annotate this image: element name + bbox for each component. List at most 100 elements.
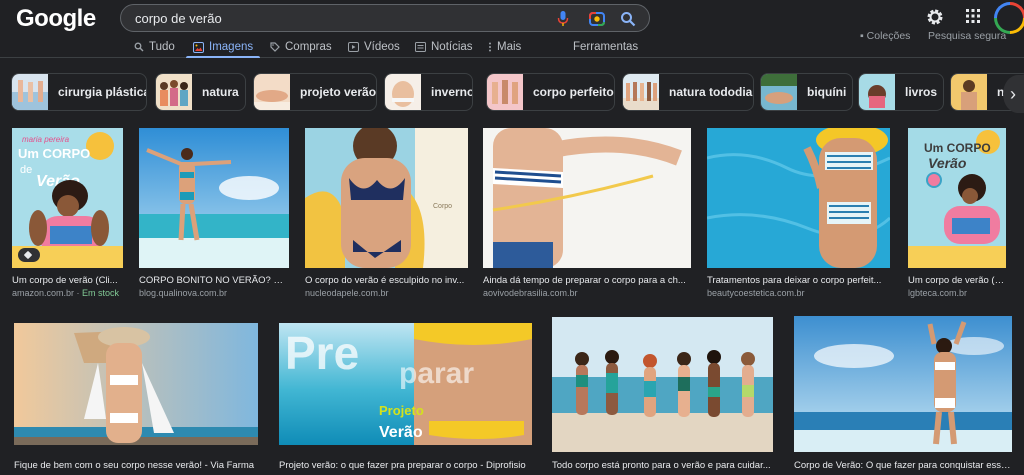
gear-icon[interactable] [925, 7, 945, 27]
collections-link[interactable]: ▪ Coleções [860, 30, 910, 42]
result-title[interactable]: Todo corpo está pronto para o verão e pa… [552, 460, 773, 471]
result-title[interactable]: Projeto verão: o que fazer pra preparar … [279, 460, 532, 471]
tab-label: Tudo [149, 41, 175, 53]
result-thumbnail[interactable] [139, 128, 289, 268]
book-title-line2: de [20, 164, 32, 176]
image-result[interactable]: Corpo O corpo do verão é esculpido no in… [305, 128, 468, 300]
microphone-icon[interactable] [557, 10, 569, 28]
search-input[interactable]: corpo de verão [135, 11, 222, 26]
overlay-text: Pre [285, 327, 359, 379]
related-search-chips: cirurgia plástica natura projeto verão i… [0, 70, 1024, 114]
result-thumbnail[interactable]: maria pereira Um CORPO de Verão [12, 128, 123, 268]
chip-corpo-perfeito[interactable]: corpo perfeito [486, 73, 615, 111]
tools-button[interactable]: Ferramentas [573, 37, 638, 57]
result-source: nucleodapele.com.br [305, 288, 389, 298]
search-icon[interactable] [619, 10, 637, 28]
tab-label: Vídeos [364, 41, 400, 53]
overlay-text: Verão [379, 424, 423, 441]
chip-thumbnail [156, 74, 192, 110]
chip-thumbnail [623, 74, 659, 110]
news-icon [415, 42, 426, 52]
active-tab-indicator [186, 56, 260, 58]
result-thumbnail[interactable] [14, 323, 258, 445]
chip-label: projeto verão [300, 85, 377, 99]
result-title[interactable]: Tratamentos para deixar o corpo perfeit.… [707, 275, 890, 286]
result-title[interactable]: Fique de bem com o seu corpo nesse verão… [14, 460, 258, 471]
shopping-tag-icon [18, 248, 40, 262]
book-title-line1: Um CORPO [18, 146, 90, 161]
result-thumbnail[interactable] [483, 128, 691, 268]
chip-label: corpo perfeito [533, 85, 614, 99]
chip-projeto-verao[interactable]: projeto verão [253, 73, 377, 111]
result-thumbnail[interactable] [552, 317, 773, 452]
image-result[interactable]: Todo corpo está pronto para o verão e pa… [552, 317, 773, 475]
tab-images[interactable]: Imagens [193, 37, 253, 57]
tab-label: Compras [285, 41, 332, 53]
stock-status: Em stock [82, 288, 120, 298]
result-source: aovivodebrasilia.com.br [483, 288, 578, 298]
chip-label: natura tododia [669, 85, 753, 99]
chip-natura[interactable]: natura [155, 73, 246, 111]
chip-thumbnail [761, 74, 797, 110]
image-result[interactable]: Fique de bem com o seu corpo nesse verão… [14, 323, 258, 475]
result-title[interactable]: Um corpo de verão (Cli... [12, 275, 123, 286]
google-logo[interactable]: Google [16, 5, 96, 33]
tab-videos[interactable]: Vídeos [348, 37, 400, 57]
play-icon [348, 42, 359, 52]
chip-thumbnail [385, 74, 421, 110]
book-title-line1: Um CORPO [924, 141, 991, 155]
image-result[interactable]: Ainda dá tempo de preparar o corpo para … [483, 128, 691, 300]
image-result[interactable]: Um CORPO Verão Um corpo de verão (Cli...… [908, 128, 1006, 300]
safe-search-link[interactable]: Pesquisa segura [928, 30, 1006, 42]
result-thumbnail[interactable]: Um CORPO Verão [908, 128, 1006, 268]
chip-label: inverno [431, 85, 473, 99]
tab-label: Imagens [209, 41, 254, 53]
result-source: beautycoestetica.com.br [707, 288, 805, 298]
chip-cirurgia-plastica[interactable]: cirurgia plástica [11, 73, 147, 111]
search-box[interactable]: corpo de verão [120, 4, 650, 32]
tools-label: Ferramentas [573, 41, 639, 53]
image-result[interactable]: maria pereira Um CORPO de Verão Um corpo… [12, 128, 123, 300]
result-thumbnail[interactable] [707, 128, 890, 268]
tag-icon [270, 42, 280, 52]
overlay-text: Projeto [379, 403, 424, 418]
chip-biquini[interactable]: biquíni [760, 73, 853, 111]
chip-label: cirurgia plástica [58, 85, 147, 99]
source-domain: amazon.com.br [12, 288, 75, 298]
chip-livros[interactable]: livros [858, 73, 944, 111]
collections-label: Coleções [866, 30, 911, 42]
result-title[interactable]: Um corpo de verão (Cli... [908, 275, 1006, 286]
chip-thumbnail [859, 74, 895, 110]
chip-thumbnail [487, 74, 523, 110]
source-separator: · [74, 288, 83, 298]
book-title-line3: Verão [928, 155, 967, 171]
overlay-text: Corpo [433, 203, 452, 210]
more-vert-icon [489, 42, 491, 52]
image-result[interactable]: Pre parar Projeto Verão Projeto verão: o… [279, 323, 532, 475]
chip-label: biquíni [807, 85, 847, 99]
result-title[interactable]: O corpo do verão é esculpido no inv... [305, 275, 468, 286]
search-tabs: Tudo Imagens Compras Vídeos Notícias Mai… [0, 30, 1024, 58]
lens-camera-icon[interactable] [588, 10, 606, 28]
result-thumbnail[interactable]: Pre parar Projeto Verão [279, 323, 532, 445]
search-icon [134, 42, 144, 52]
result-title[interactable]: Ainda dá tempo de preparar o corpo para … [483, 275, 691, 286]
image-result[interactable]: CORPO BONITO NO VERÃO? CO... blog.qualin… [139, 128, 289, 300]
result-title[interactable]: Corpo de Verão: O que fazer para conquis… [794, 460, 1012, 471]
result-source: lgbteca.com.br [908, 288, 968, 298]
tab-more[interactable]: Mais [488, 37, 521, 57]
tab-shopping[interactable]: Compras [270, 37, 332, 57]
tab-all[interactable]: Tudo [134, 37, 175, 57]
tab-label: Notícias [431, 41, 473, 53]
result-thumbnail[interactable]: Corpo [305, 128, 468, 268]
book-author: maria pereira [22, 135, 70, 144]
chip-inverno[interactable]: inverno [384, 73, 473, 111]
tab-news[interactable]: Notícias [415, 37, 473, 57]
result-title[interactable]: CORPO BONITO NO VERÃO? CO... [139, 275, 289, 286]
result-thumbnail[interactable] [794, 316, 1012, 452]
image-result[interactable]: Tratamentos para deixar o corpo perfeit.… [707, 128, 890, 300]
image-result[interactable]: Corpo de Verão: O que fazer para conquis… [794, 316, 1012, 475]
chip-natura-tododia[interactable]: natura tododia [622, 73, 754, 111]
safe-search-label: Pesquisa segura [928, 30, 1007, 42]
apps-grid-icon[interactable] [965, 8, 981, 24]
